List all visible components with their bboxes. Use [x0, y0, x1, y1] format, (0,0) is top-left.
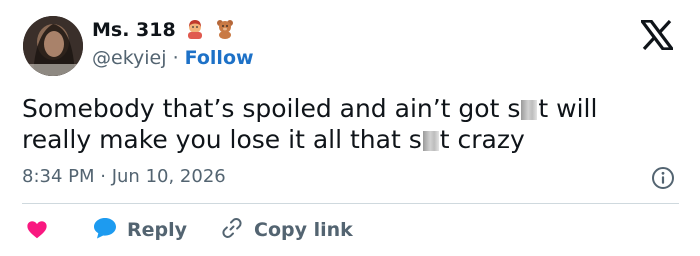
action-bar: Reply Copy link	[26, 216, 353, 244]
copy-link-label: Copy link	[254, 219, 353, 241]
avatar[interactable]	[23, 16, 83, 76]
woman-gesturing-emoji-icon	[185, 19, 205, 44]
speech-bubble-icon	[93, 217, 117, 244]
link-icon	[220, 216, 244, 245]
follow-button[interactable]: Follow	[185, 47, 254, 69]
tweet-text: Somebody that’s spoiled and ain’t got st…	[22, 93, 682, 155]
info-icon[interactable]	[651, 166, 675, 190]
tweet-line-2: really make you lose it all that st craz…	[22, 125, 525, 154]
copy-link-button[interactable]: Copy link	[220, 216, 353, 245]
teddy-bear-emoji-icon	[215, 19, 235, 44]
author-handle[interactable]: @ekyiej	[92, 47, 167, 69]
tweet-timestamp[interactable]: 8:34 PM · Jun 10, 2026	[22, 166, 226, 187]
author-handle-row: @ekyiej · Follow	[92, 47, 254, 69]
censor-blur	[521, 100, 538, 120]
timestamp-separator: ·	[100, 166, 112, 187]
handle-separator: ·	[172, 47, 185, 69]
divider	[22, 203, 679, 204]
tweet-line-1: Somebody that’s spoiled and ain’t got st…	[22, 94, 598, 123]
heart-icon[interactable]	[26, 219, 48, 241]
author-name-row: Ms. 318	[92, 19, 235, 44]
author-display-name[interactable]: Ms. 318	[92, 19, 176, 41]
tweet-date: Jun 10, 2026	[111, 166, 226, 187]
reply-label: Reply	[127, 219, 188, 241]
reply-button[interactable]: Reply	[93, 217, 187, 244]
x-logo-icon[interactable]	[638, 19, 676, 51]
censor-blur	[422, 131, 439, 151]
avatar-photo	[23, 16, 83, 76]
tweet-time: 8:34 PM	[22, 166, 95, 187]
